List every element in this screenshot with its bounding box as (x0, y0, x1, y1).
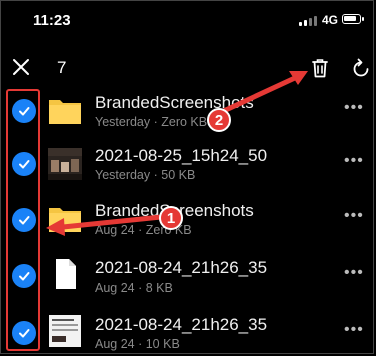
more-options-icon[interactable]: ••• (344, 264, 364, 282)
close-icon[interactable] (11, 57, 31, 77)
file-meta: Yesterday · 50 KB (95, 168, 196, 182)
file-meta: Aug 24 · 10 KB (95, 337, 180, 351)
battery-icon (342, 14, 364, 24)
folder-icon (49, 208, 81, 232)
folder-icon (49, 100, 81, 124)
file-row[interactable]: 2021-08-24_21h26_35 Aug 24 · 10 KB ••• (1, 301, 373, 353)
signal-icon (299, 15, 317, 26)
file-name: BrandedScreenshots (95, 93, 254, 112)
document-icon (56, 259, 76, 289)
selection-highlight-box (6, 89, 40, 351)
more-options-icon[interactable]: ••• (344, 99, 364, 117)
more-options-icon[interactable]: ••• (344, 321, 364, 339)
annotation-badge-1: 1 (159, 206, 183, 230)
more-options-icon[interactable]: ••• (344, 152, 364, 170)
annotation-badge-2: 2 (207, 108, 231, 132)
file-row[interactable]: 2021-08-24_21h26_35 Aug 24 · 8 KB ••• (1, 246, 373, 302)
status-bar: 11:23 4G (1, 1, 373, 39)
file-meta: Aug 24 · 8 KB (95, 281, 173, 295)
network-type: 4G (322, 13, 339, 27)
file-name: 2021-08-24_21h26_35 (95, 258, 268, 277)
file-row[interactable]: BrandedScreenshots Aug 24 · Zero KB ••• (1, 191, 373, 247)
refresh-icon[interactable] (350, 57, 372, 79)
image-thumbnail (48, 148, 82, 180)
file-row[interactable]: BrandedScreenshots Yesterday · Zero KB •… (1, 83, 373, 139)
file-meta: Yesterday · Zero KB (95, 115, 208, 129)
selected-count: 7 (57, 58, 67, 77)
file-name: 2021-08-24_21h26_35 (95, 315, 268, 334)
file-name: 2021-08-25_15h24_50 (95, 146, 268, 165)
file-manager-screen: 11:23 4G 7 BrandedScreenshots Yesterday … (0, 0, 374, 354)
status-time: 11:23 (33, 12, 71, 29)
trash-icon[interactable] (309, 57, 331, 79)
more-options-icon[interactable]: ••• (344, 207, 364, 225)
image-thumbnail (49, 315, 81, 347)
file-row[interactable]: 2021-08-25_15h24_50 Yesterday · 50 KB ••… (1, 136, 373, 192)
